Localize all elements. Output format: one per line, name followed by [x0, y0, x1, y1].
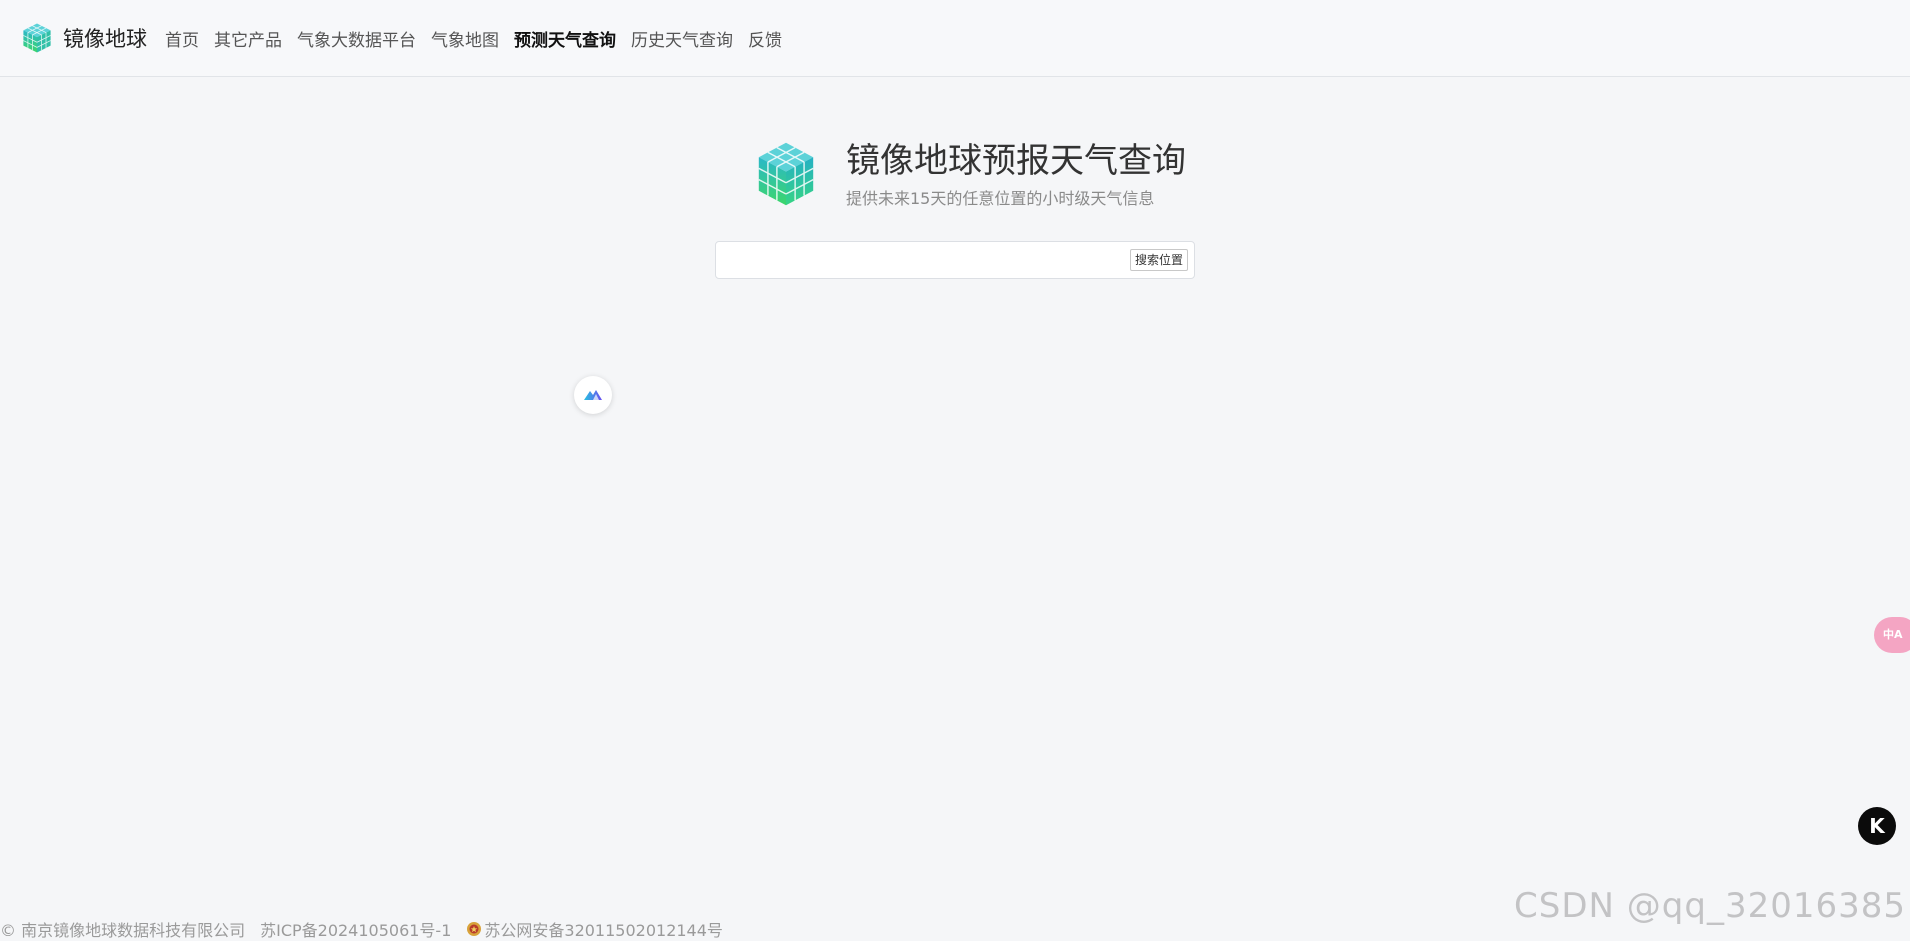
brand[interactable]: 镜像地球	[20, 20, 147, 56]
ai-assistant-icon	[584, 390, 602, 400]
footer-police-link[interactable]: 苏公网安备32011502012144号	[466, 917, 738, 941]
ai-assistant-button[interactable]	[574, 376, 612, 414]
cube-logo-icon	[23, 23, 51, 53]
hero-text: 镜像地球预报天气查询 提供未来15天的任意位置的小时级天气信息	[846, 139, 1186, 209]
main-nav: 首页 其它产品 气象大数据平台 气象地图 预测天气查询 历史天气查询 反馈	[165, 24, 797, 52]
page-title: 镜像地球预报天气查询	[846, 141, 1186, 181]
footer-copyright: © 南京镜像地球数据科技有限公司	[0, 921, 246, 940]
page-subtitle: 提供未来15天的任意位置的小时级天气信息	[846, 189, 1155, 208]
translate-button[interactable]: 中A	[1874, 617, 1910, 653]
nav-item-other-products[interactable]: 其它产品	[214, 26, 282, 51]
top-navbar: 镜像地球 首页 其它产品 气象大数据平台 气象地图 预测天气查询 历史天气查询 …	[0, 0, 1910, 77]
nav-item-feedback[interactable]: 反馈	[748, 26, 782, 51]
cube-logo-icon	[758, 142, 814, 206]
brand-name: 镜像地球	[63, 27, 147, 51]
footer-police-text: 苏公网安备32011502012144号	[484, 921, 723, 940]
footer-icp-link[interactable]: 苏ICP备2024105061号-1	[260, 917, 451, 941]
police-badge-icon	[467, 922, 482, 936]
k-logo-icon: K	[1869, 814, 1885, 838]
location-search-input[interactable]	[724, 246, 1144, 274]
translate-icon: 中A	[1883, 628, 1903, 641]
nav-item-forecast-query[interactable]: 预测天气查询	[514, 26, 616, 51]
footer: © 南京镜像地球数据科技有限公司 苏ICP备2024105061号-1 苏公网安…	[0, 918, 738, 940]
nav-item-home[interactable]: 首页	[165, 26, 199, 51]
k-assistant-button[interactable]: K	[1858, 807, 1896, 845]
search-bar: 搜索位置	[715, 241, 1195, 279]
nav-item-history-query[interactable]: 历史天气查询	[631, 26, 733, 51]
nav-item-weather-bigdata[interactable]: 气象大数据平台	[297, 26, 416, 51]
hero-header: 镜像地球预报天气查询 提供未来15天的任意位置的小时级天气信息	[754, 138, 1186, 210]
nav-item-weather-map[interactable]: 气象地图	[431, 26, 499, 51]
search-location-button[interactable]: 搜索位置	[1129, 249, 1188, 271]
csdn-watermark: CSDN @qq_32016385	[1514, 886, 1906, 926]
